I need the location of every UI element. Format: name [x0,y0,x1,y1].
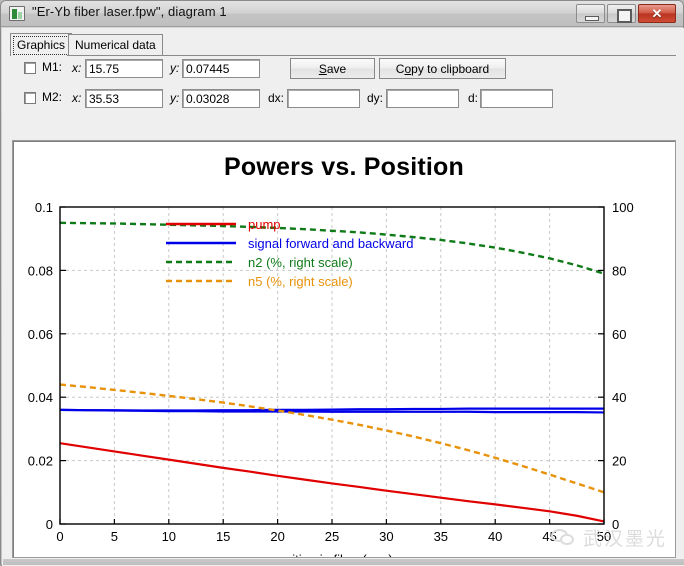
dy-input[interactable] [386,89,459,108]
dy-label: dy: [367,91,383,105]
copy-to-clipboard-button[interactable]: Copy to clipboard [379,58,506,79]
tab-numerical-data[interactable]: Numerical data [68,34,163,55]
save-accel: S [319,62,327,76]
y-tick-label-left: 0.08 [28,263,53,278]
copy-accel: o [404,62,411,76]
y-tick-label-left: 0 [46,517,53,532]
y-tick-label-right: 80 [612,263,626,278]
x-tick-label: 25 [325,529,339,544]
x-axis-label: position in fiber (mm) [271,552,392,558]
x-tick-label: 5 [111,529,118,544]
tab-strip: Graphics Numerical data [10,33,676,55]
m2-x-input[interactable]: 35.53 [85,89,163,108]
wechat-icon [551,529,577,546]
m1-x-label: x: [72,61,81,75]
client-area: Graphics Numerical data M1: x: 15.75 y: … [2,28,684,566]
x-tick-label: 15 [216,529,230,544]
m2-label: M2: [42,90,62,104]
y-tick-label-right: 60 [612,327,626,342]
minimize-button[interactable] [576,4,605,23]
m2-x-label: x: [72,91,81,105]
window-title: "Er-Yb fiber laser.fpw", diagram 1 [32,4,227,19]
window-bottom-edge [3,559,684,565]
d-input[interactable] [480,89,553,108]
chart-panel: Powers vs. Position 05101520253035404550… [12,140,676,558]
tab-numerical-data-label: Numerical data [75,38,156,52]
m2-y-label: y: [170,91,179,105]
title-bar[interactable]: "Er-Yb fiber laser.fpw", diagram 1 ✕ [1,1,683,27]
m2-checkbox[interactable] [24,92,36,104]
save-rest: ave [327,62,346,76]
m1-label: M1: [42,60,62,74]
y-tick-label-left: 0.02 [28,454,53,469]
application-window: "Er-Yb fiber laser.fpw", diagram 1 ✕ Gra… [0,0,684,566]
x-tick-label: 20 [270,529,284,544]
m1-x-input[interactable]: 15.75 [85,59,163,78]
save-button-label: Save [319,62,346,76]
watermark-text: 武汉墨光 [583,524,667,551]
document-icon [9,6,25,21]
close-icon: ✕ [639,5,675,22]
tab-graphics[interactable]: Graphics [10,33,72,55]
close-button[interactable]: ✕ [638,4,676,23]
m2-y-input[interactable]: 0.03028 [182,89,260,108]
maximize-button[interactable] [607,4,636,23]
y-tick-label-left: 0.06 [28,327,53,342]
tab-focus-ring [13,36,69,55]
legend-label-1: signal forward and backward [248,236,413,251]
dx-input[interactable] [287,89,360,108]
y-tick-label-left: 0.1 [35,200,53,215]
y-tick-label-right: 40 [612,390,626,405]
x-tick-label: 35 [434,529,448,544]
y-tick-label-right: 20 [612,454,626,469]
m1-y-input[interactable]: 0.07445 [182,59,260,78]
d-label: d: [468,91,478,105]
y-tick-label-right: 100 [612,200,634,215]
marker-controls-panel: M1: x: 15.75 y: 0.07445 M2: x: 35.53 y: … [2,56,684,138]
legend-label-3: n5 (%, right scale) [248,274,353,289]
copy-button-label: Copy to clipboard [396,62,489,76]
m1-y-label: y: [170,61,179,75]
x-tick-label: 30 [379,529,393,544]
y-tick-label-left: 0.04 [28,390,53,405]
powers-vs-position-plot[interactable]: 0510152025303540455000.020.040.060.080.1… [13,141,676,558]
save-button[interactable]: Save [290,58,375,79]
legend-label-2: n2 (%, right scale) [248,255,353,270]
dx-label: dx: [268,91,284,105]
m1-checkbox[interactable] [24,62,36,74]
x-tick-label: 40 [488,529,502,544]
x-tick-label: 0 [56,529,63,544]
legend-label-0: pump [248,217,281,232]
x-tick-label: 10 [162,529,176,544]
watermark: 武汉墨光 [551,524,667,551]
